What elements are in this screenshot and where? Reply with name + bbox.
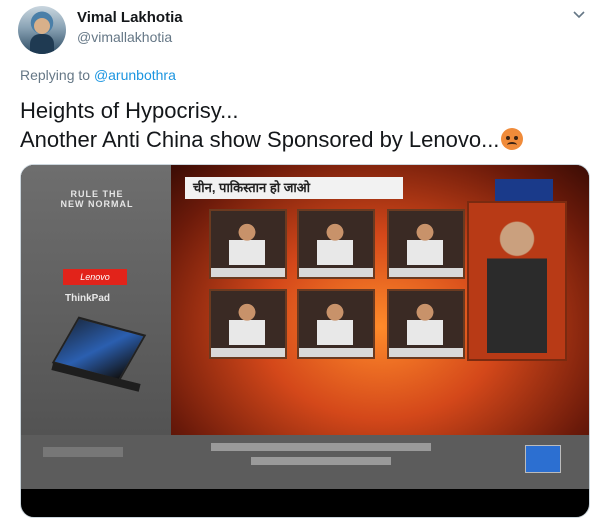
- reply-context: Replying to @arunbothra: [20, 67, 176, 83]
- reply-prefix: Replying to: [20, 67, 91, 83]
- author-handle[interactable]: @vimallakhotia: [77, 29, 172, 45]
- ad-product-name: ThinkPad: [65, 293, 111, 304]
- video-player[interactable]: RULE THE NEW NORMAL Lenovo ThinkPad चीन,…: [20, 164, 590, 518]
- avatar-face: [34, 18, 50, 34]
- news-ticker: [21, 435, 589, 489]
- tweet-text: Heights of Hypocrisy... Another Anti Chi…: [20, 96, 590, 154]
- anchor-tile: [467, 201, 567, 361]
- panelist-tile: [209, 209, 287, 279]
- ad-slogan: RULE THE NEW NORMAL: [60, 189, 134, 209]
- channel-watermark-icon: [525, 445, 561, 473]
- tweet-text-line-2: Another Anti China show Sponsored by Len…: [20, 127, 500, 152]
- avatar-torso: [30, 34, 54, 54]
- ticker-line-2: [251, 457, 391, 465]
- angry-face-icon: [501, 128, 524, 150]
- news-headline-banner: चीन, पाकिस्तान हो जाओ: [185, 177, 403, 199]
- ticker-left-text: [43, 447, 123, 457]
- panelist-tile: [209, 289, 287, 359]
- news-studio-frame: चीन, पाकिस्तान हो जाओ: [171, 165, 589, 435]
- ad-brand-logo: Lenovo: [63, 269, 127, 285]
- panelist-tile: [387, 209, 465, 279]
- panelist-tile: [297, 289, 375, 359]
- video-frame[interactable]: RULE THE NEW NORMAL Lenovo ThinkPad चीन,…: [21, 165, 589, 489]
- tweet-text-line-1: Heights of Hypocrisy...: [20, 98, 239, 123]
- ticker-line-1: [211, 443, 431, 451]
- reply-mention-link[interactable]: @arunbothra: [94, 67, 176, 83]
- panelist-tile: [387, 289, 465, 359]
- author-name[interactable]: Vimal Lakhotia: [77, 9, 183, 26]
- chevron-down-icon[interactable]: [572, 8, 586, 22]
- avatar[interactable]: [18, 6, 66, 54]
- tweet-text-line-2-wrap: Another Anti China show Sponsored by Len…: [20, 125, 590, 154]
- panelist-tile: [297, 209, 375, 279]
